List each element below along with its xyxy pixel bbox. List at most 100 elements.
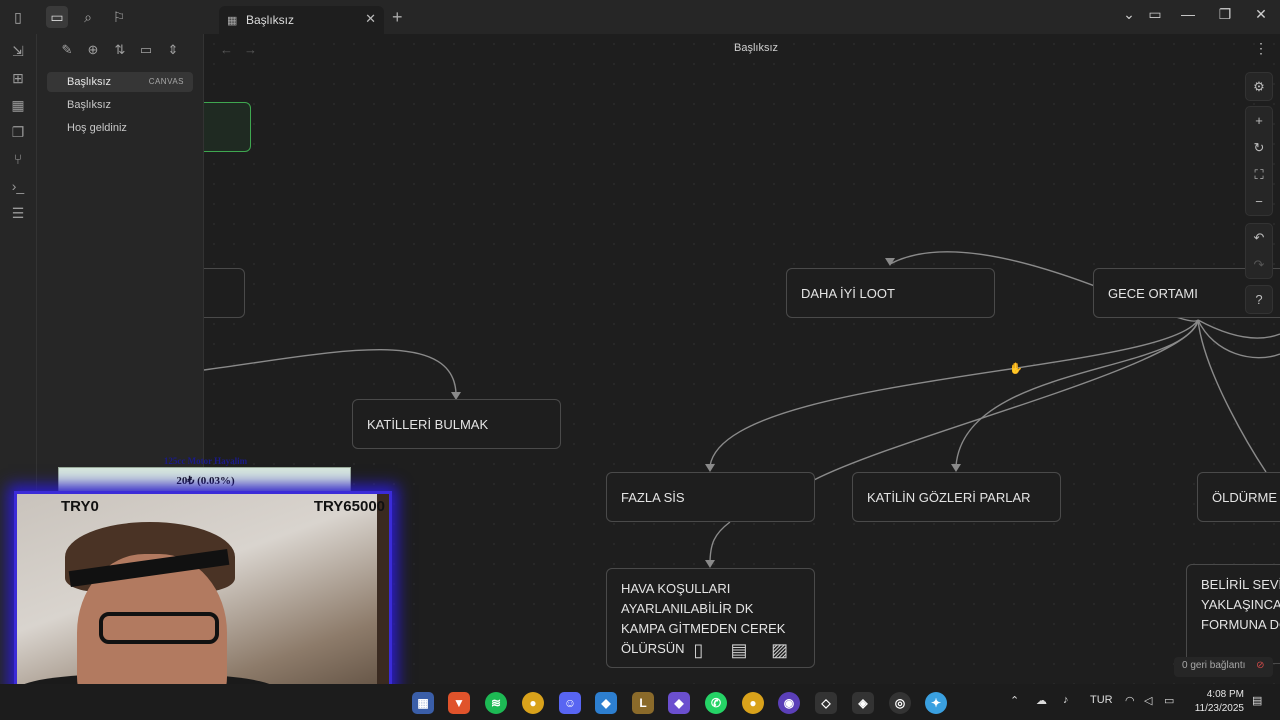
- canvas-node-katilin-gozleri[interactable]: KATİLİN GÖZLERİ PARLAR: [852, 472, 1061, 522]
- new-folder-icon[interactable]: ⊕: [83, 42, 103, 60]
- tray-chevron-icon[interactable]: ⌃: [1010, 694, 1019, 707]
- league-icon[interactable]: L: [632, 692, 654, 714]
- calendar-icon[interactable]: ▦: [8, 97, 28, 117]
- game-launcher-icon[interactable]: ✦: [925, 692, 947, 714]
- unity-icon[interactable]: ◇: [815, 692, 837, 714]
- minimize-icon[interactable]: —: [1177, 6, 1199, 22]
- help-icon[interactable]: ?: [1246, 286, 1272, 313]
- collapse-icon[interactable]: ▭: [136, 42, 156, 60]
- wifi-icon[interactable]: ◠: [1125, 694, 1135, 707]
- canvas-node-oldurme[interactable]: ÖLDÜRME S: [1197, 472, 1280, 522]
- window-close-icon[interactable]: ✕: [1250, 6, 1272, 23]
- graph-icon[interactable]: ⑂: [8, 151, 28, 171]
- file-item-label: Başlıksız: [67, 99, 112, 111]
- fit-icon[interactable]: ⛶: [1246, 161, 1272, 188]
- close-tab-icon[interactable]: ✕: [365, 11, 376, 27]
- edge-to-oldurme: [1197, 319, 1267, 473]
- add-media-icon[interactable]: ▨: [767, 640, 793, 661]
- right-sidebar-icon[interactable]: ▭: [1144, 6, 1166, 23]
- bookmark-icon[interactable]: ⚐: [108, 6, 130, 28]
- new-note-icon[interactable]: ✎: [57, 42, 77, 60]
- spotify-icon[interactable]: ≋: [485, 692, 507, 714]
- language-indicator[interactable]: TUR: [1090, 694, 1113, 706]
- canvas-settings-group: ⚙: [1245, 72, 1273, 101]
- zoom-out-icon[interactable]: −: [1246, 188, 1272, 215]
- sync-off-icon[interactable]: ⊘: [1256, 660, 1264, 671]
- arrowhead: [705, 560, 715, 568]
- restore-icon[interactable]: ❐: [1214, 6, 1236, 23]
- whatsapp-icon[interactable]: ✆: [705, 692, 727, 714]
- donation-goal-min: TRY0: [61, 498, 99, 515]
- edge-through-sis: [813, 319, 1199, 481]
- sort-icon[interactable]: ⇅: [110, 42, 130, 60]
- templates-icon[interactable]: ❐: [8, 124, 28, 144]
- zoom-in-icon[interactable]: +: [1246, 107, 1272, 134]
- file-item-note[interactable]: Başlıksız: [47, 95, 193, 115]
- github-icon[interactable]: ◉: [778, 692, 800, 714]
- history-controls: ↶ ↷: [1245, 223, 1273, 279]
- backlinks-count: 0 geri bağlantı: [1182, 660, 1246, 671]
- hand-cursor-icon: ✋: [1009, 363, 1023, 375]
- donation-goal-bar: 125cc Motor Hayalim 20₺ (0.03%): [58, 456, 351, 493]
- file-item-canvas[interactable]: Başlıksız CANVAS: [47, 72, 193, 92]
- settings-icon[interactable]: ⚙: [1246, 73, 1272, 100]
- edge-right-2: [1197, 319, 1280, 339]
- search-icon[interactable]: ⌕: [77, 6, 99, 28]
- obs-icon[interactable]: ◎: [889, 692, 911, 714]
- file-item-welcome[interactable]: Hoş geldiniz: [47, 118, 193, 138]
- folder-icon[interactable]: ▭: [46, 6, 68, 28]
- edge-to-katilin: [955, 319, 1199, 467]
- terminal-icon[interactable]: ›_: [8, 178, 28, 198]
- help-group: ?: [1245, 285, 1273, 314]
- edge-sis-to-hava: [709, 521, 731, 565]
- microphone-icon[interactable]: ♪: [1063, 694, 1069, 706]
- tab-untitled-canvas[interactable]: ▦ Başlıksız ✕: [219, 6, 384, 34]
- chrome-icon[interactable]: ●: [522, 692, 544, 714]
- webcam-overlay: TRY0 TRY65000: [14, 491, 392, 707]
- tab-list-icon[interactable]: ⌄: [1118, 6, 1140, 23]
- status-bar: 0 geri bağlantı ⊘: [1174, 657, 1273, 677]
- taskbar-clock[interactable]: 4:08 PM 11/23/2025: [1192, 688, 1244, 716]
- expand-collapse-icon[interactable]: ⇕: [163, 42, 183, 60]
- undo-icon[interactable]: ↶: [1246, 224, 1272, 251]
- app-icon[interactable]: ◆: [595, 692, 617, 714]
- donation-goal-value: 20₺ (0.03%): [176, 475, 235, 487]
- list-icon[interactable]: ☰: [8, 205, 28, 225]
- add-card-icon[interactable]: ▯: [685, 640, 711, 661]
- clock-date: 11/23/2025: [1194, 703, 1244, 714]
- canvas-node-katilleri-bulmak[interactable]: KATİLLERİ BULMAK: [352, 399, 561, 449]
- reset-icon[interactable]: ↻: [1246, 134, 1272, 161]
- battery-icon[interactable]: ▭: [1164, 694, 1174, 707]
- tab-label: Başlıksız: [246, 13, 295, 27]
- unity-hub-icon[interactable]: ◈: [852, 692, 874, 714]
- canvas-node-belirli-seviye[interactable]: BELİRİL SEVİY YAKLAŞINCA FORMUNA DÖ: [1186, 564, 1280, 664]
- volume-icon[interactable]: ◁: [1144, 694, 1152, 707]
- canvas-grid-icon[interactable]: ⊞: [8, 70, 28, 90]
- canvas-add-dock: ▯ ▤ ▨: [678, 632, 800, 668]
- canvas-node-daha-iyi-loot[interactable]: DAHA İYİ LOOT: [786, 268, 995, 318]
- add-note-icon[interactable]: ▤: [726, 640, 752, 661]
- tray-app-icon[interactable]: ☁: [1036, 694, 1047, 707]
- edge-to-fazla-sis: [709, 319, 1199, 467]
- canvas-node-fazla-sis[interactable]: FAZLA SİS: [606, 472, 815, 522]
- new-tab-icon[interactable]: +: [392, 7, 403, 28]
- canvas-node-empty-green[interactable]: [204, 102, 251, 152]
- edge-to-katilleri: [204, 349, 457, 395]
- title-bar: ▯ ▭ ⌕ ⚐ ▦ Başlıksız ✕ + ⌄ ▭ — ❐ ✕: [0, 0, 1280, 34]
- discord-icon[interactable]: ☺: [559, 692, 581, 714]
- chrome-profile-icon[interactable]: ●: [742, 692, 764, 714]
- redo-icon[interactable]: ↷: [1246, 251, 1272, 278]
- arrowhead: [705, 464, 715, 472]
- zoom-controls: + ↻ ⛶ −: [1245, 106, 1273, 216]
- canvas-icon: ▦: [227, 14, 238, 27]
- arrowhead: [951, 464, 961, 472]
- obsidian-icon[interactable]: ◆: [668, 692, 690, 714]
- store-icon[interactable]: ▦: [412, 692, 434, 714]
- file-type-badge: CANVAS: [148, 77, 184, 86]
- brave-icon[interactable]: ▼: [448, 692, 470, 714]
- sidebar-toggle-icon[interactable]: ▯: [7, 6, 29, 28]
- file-item-label: Başlıksız: [67, 76, 112, 88]
- canvas-node-partial[interactable]: [204, 268, 245, 318]
- notification-icon[interactable]: ▤: [1252, 694, 1262, 707]
- open-note-icon[interactable]: ⇲: [8, 43, 28, 63]
